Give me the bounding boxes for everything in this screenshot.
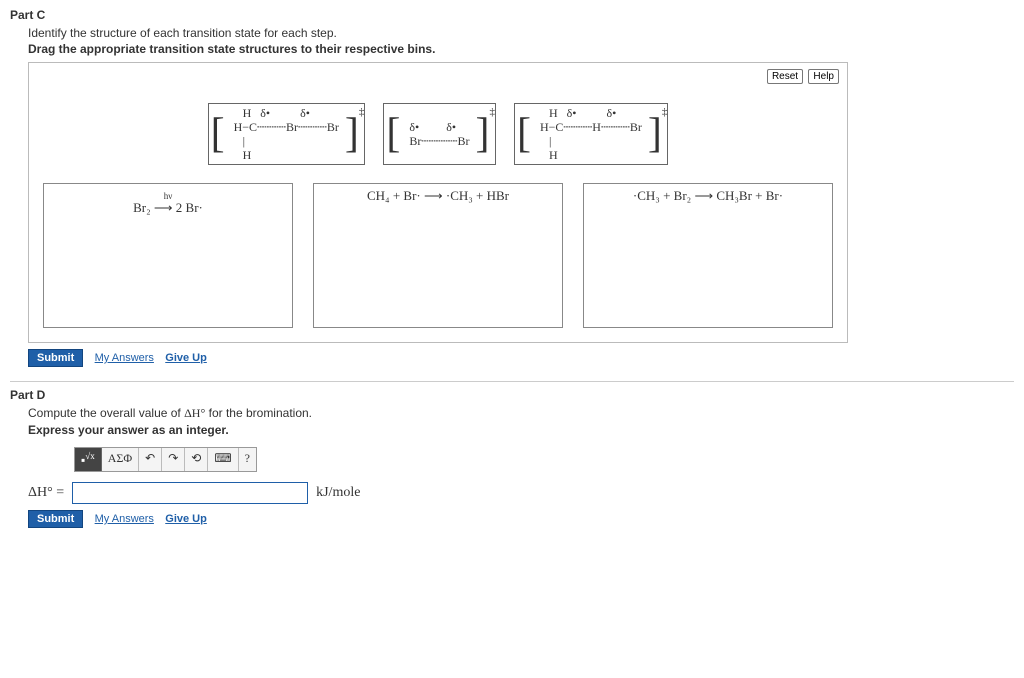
part-c-instruction-1: Identify the structure of each transitio… bbox=[28, 26, 1014, 40]
answer-row: ΔH° = kJ/mole bbox=[28, 482, 1014, 504]
submit-button[interactable]: Submit bbox=[28, 510, 83, 528]
bin-1[interactable]: hν Br₂ ⟶ 2 Br· bbox=[43, 183, 293, 328]
transition-state-1[interactable]: [ H δ• δ• H−C┄┄┄┄Br┄┄┄┄Br | H ] ‡ bbox=[208, 103, 366, 165]
give-up-link[interactable]: Give Up bbox=[165, 352, 207, 364]
bin-3-header: ·CH₃ + Br₂ ⟶ CH₃Br + Br· bbox=[590, 188, 826, 204]
equation-toolbar-row: ▪√x ΑΣΦ ↶ ↷ ⟲ ⌨ ? bbox=[74, 447, 1014, 472]
right-bracket-icon: ] bbox=[343, 114, 361, 154]
double-dagger-icon: ‡ bbox=[662, 106, 668, 118]
delta-h-input[interactable] bbox=[72, 482, 308, 504]
my-answers-link[interactable]: My Answers bbox=[95, 352, 154, 364]
right-bracket-icon: ] bbox=[473, 114, 491, 154]
my-answers-link[interactable]: My Answers bbox=[95, 513, 154, 525]
right-bracket-icon: ] bbox=[646, 114, 664, 154]
bin-2[interactable]: CH₄ + Br· ⟶ ·CH₃ + HBr bbox=[313, 183, 563, 328]
part-c-header: Part C bbox=[10, 8, 1014, 22]
equation-toolbar: ▪√x ΑΣΦ ↶ ↷ ⟲ ⌨ ? bbox=[74, 447, 257, 472]
part-c-instruction-2: Drag the appropriate transition state st… bbox=[28, 42, 1014, 56]
double-dagger-icon: ‡ bbox=[359, 106, 365, 118]
left-bracket-icon: [ bbox=[209, 114, 227, 154]
undo-button[interactable]: ↶ bbox=[139, 448, 162, 471]
transition-state-3[interactable]: [ H δ• δ• H−C┄┄┄┄H┄┄┄┄Br | H ] ‡ bbox=[514, 103, 668, 165]
submit-button[interactable]: Submit bbox=[28, 349, 83, 367]
part-c-submit-row: Submit My Answers Give Up bbox=[28, 349, 1014, 367]
greek-tool-button[interactable]: ΑΣΦ bbox=[102, 448, 139, 471]
ts1-content: H δ• δ• H−C┄┄┄┄Br┄┄┄┄Br | H bbox=[227, 104, 343, 164]
draggable-items-row: [ H δ• δ• H−C┄┄┄┄Br┄┄┄┄Br | H ] ‡ [ δ• δ… bbox=[43, 103, 833, 165]
reset-button[interactable]: Reset bbox=[767, 69, 803, 84]
give-up-link[interactable]: Give Up bbox=[165, 513, 207, 525]
ts2-content: δ• δ• Br┄┄┄┄┄Br bbox=[402, 118, 473, 150]
bin-3[interactable]: ·CH₃ + Br₂ ⟶ CH₃Br + Br· bbox=[583, 183, 833, 328]
double-dagger-icon: ‡ bbox=[489, 106, 495, 118]
ts3-content: H δ• δ• H−C┄┄┄┄H┄┄┄┄Br | H bbox=[533, 104, 646, 164]
template-tool-icon[interactable]: ▪√x bbox=[75, 448, 102, 471]
separator bbox=[10, 381, 1014, 382]
redo-button[interactable]: ↷ bbox=[162, 448, 185, 471]
keyboard-tool-button[interactable]: ⌨ bbox=[208, 448, 238, 471]
delta-h-label: ΔH° = bbox=[28, 485, 64, 501]
transition-state-2[interactable]: [ δ• δ• Br┄┄┄┄┄Br ] ‡ bbox=[383, 103, 496, 165]
part-d-instruction-1: Compute the overall value of ΔH° for the… bbox=[28, 406, 1014, 421]
reset-tool-button[interactable]: ⟲ bbox=[185, 448, 208, 471]
part-d-instruction-2: Express your answer as an integer. bbox=[28, 423, 1014, 437]
help-tool-button[interactable]: ? bbox=[239, 448, 256, 471]
left-bracket-icon: [ bbox=[515, 114, 533, 154]
units-label: kJ/mole bbox=[316, 485, 360, 501]
part-d-header: Part D bbox=[10, 388, 1014, 402]
help-button[interactable]: Help bbox=[808, 69, 839, 84]
drag-drop-area: Reset Help [ H δ• δ• H−C┄┄┄┄Br┄┄┄┄Br | H… bbox=[28, 62, 848, 343]
part-d-submit-row: Submit My Answers Give Up bbox=[28, 510, 1014, 528]
bin-2-header: CH₄ + Br· ⟶ ·CH₃ + HBr bbox=[320, 188, 556, 204]
left-bracket-icon: [ bbox=[384, 114, 402, 154]
corner-toolbar: Reset Help bbox=[765, 68, 839, 84]
bin-1-header: hν Br₂ ⟶ 2 Br· bbox=[50, 188, 286, 216]
bins-row: hν Br₂ ⟶ 2 Br· CH₄ + Br· ⟶ ·CH₃ + HBr ·C… bbox=[43, 183, 833, 328]
